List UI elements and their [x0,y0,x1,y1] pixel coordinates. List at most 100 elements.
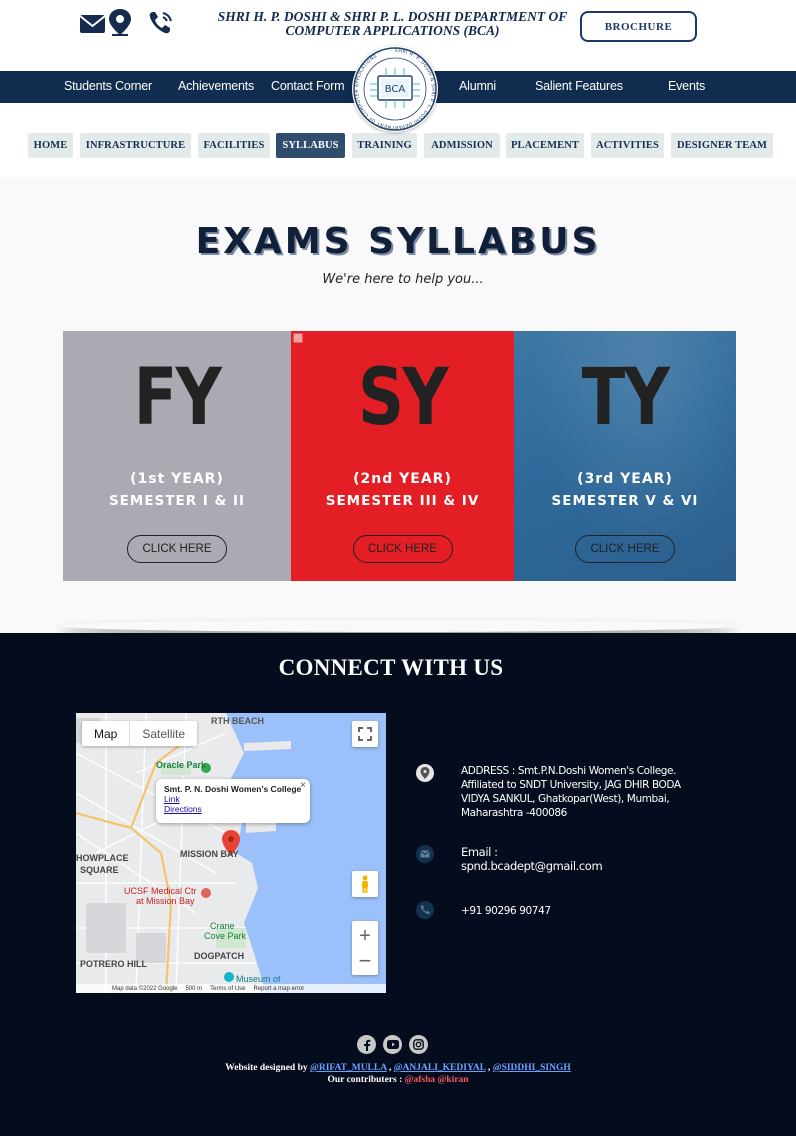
map-label-dogpatch: DOGPATCH [194,951,245,961]
card-sy-code: SY [357,353,449,443]
map-label-crane-2: Cove Park [204,931,247,941]
tab-syllabus[interactable]: SYLLABUS [276,133,345,158]
map-label-crane-1: Crane [210,921,235,931]
college-title: SHRI H. P. DOSHI & SHRI P. L. DOSHI DEPA… [200,10,585,38]
social-links [357,1035,435,1054]
map-label-showplace: HOWPLACE [76,853,129,863]
site-credits: Website designed by @RIFAT_MULLA , @ANJA… [0,1062,796,1086]
nav-achievements[interactable]: Achievements [178,79,254,93]
map-data-text: Map data ©2022 Google [112,985,178,992]
card-fy-year: (1st YEAR) [130,471,224,487]
broken-image-icon [293,333,303,343]
tab-placement[interactable]: PLACEMENT [506,133,584,158]
google-map[interactable]: RTH BEACH Oracle Park MISSION BAY HOWPLA… [76,713,386,993]
map-label-north-beach: RTH BEACH [211,716,264,726]
map-directions-link[interactable]: Directions [164,804,302,814]
email-address[interactable]: spnd.bcadept@gmail.com [461,859,701,873]
map-label-ucsf-2: at Mission Bay [136,896,195,906]
zoom-out-icon[interactable]: − [359,949,372,973]
contributor-link-kiran[interactable]: @kiran [437,1075,468,1085]
tab-training[interactable]: TRAINING [352,133,417,158]
tab-infrastructure[interactable]: INFRASTRUCTURE [80,133,191,158]
nav-events[interactable]: Events [668,79,705,93]
phone-row: +91 90296 90747 [416,901,551,919]
email-label: Email : [461,845,498,859]
zoom-controls: + − [352,921,378,975]
card-fy-click-here-button[interactable]: CLICK HERE [127,535,227,563]
map-link[interactable]: Link [164,794,302,804]
map-terms-link[interactable]: Terms of Use [210,986,245,992]
map-label-oracle-park: Oracle Park [156,760,207,770]
nav-contact-form[interactable]: Contact Form [271,79,345,93]
nav-alumni[interactable]: Alumni [459,79,496,93]
map-attribution: Map data ©2022 Google 500 m Terms of Use… [76,984,386,993]
map-report-link[interactable]: Report a map error [254,986,305,992]
designer-link-siddhi[interactable]: @SIDDHI_SINGH [493,1063,571,1073]
college-title-line1: SHRI H. P. DOSHI & SHRI P. L. DOSHI DEPA… [217,9,568,24]
department-logo[interactable]: SHRI H. P. DOSHI & SHRI P. L. DOSHI DEPA… [352,46,438,132]
page-subtitle: We're here to help you... [322,272,484,287]
designers-line: Website designed by @RIFAT_MULLA , @ANJA… [225,1063,571,1073]
card-fy-semester: SEMESTER I & II [108,493,246,509]
mail-location-icon[interactable] [79,8,133,43]
address-row: ADDRESS : Smt.P.N.Doshi Women's College.… [416,764,681,819]
contributor-link-afsha[interactable]: @afsha [405,1075,435,1085]
map-place-name: Smt. P. N. Doshi Women's College [164,784,302,794]
fullscreen-icon[interactable] [352,721,378,747]
youtube-icon[interactable] [383,1035,402,1054]
map-tab-satellite[interactable]: Satellite [129,721,197,746]
card-ty-click-here-button[interactable]: CLICK HERE [575,535,675,563]
syllabus-section: EXAMS SYLLABUS We're here to help you...… [0,177,796,633]
email-block: Email : spnd.bcadept@gmail.com [461,845,701,873]
college-title-line2: COMPUTER APPLICATIONS (BCA) [285,23,500,38]
card-ty-semester: SEMESTER V & VI [551,493,699,509]
card-sy-semester: SEMESTER III & IV [325,493,480,509]
card-fy: FY (1st YEAR) SEMESTER I & II CLICK HERE [63,331,291,581]
location-pin-icon [416,764,434,782]
logo-text: BCA [385,84,406,95]
designer-link-anjali[interactable]: @ANJALI_KEDIYAL [394,1063,486,1073]
tab-designer-team[interactable]: DESIGNER TEAM [671,133,773,158]
phone-number[interactable]: +91 90296 90747 [461,904,701,918]
designed-by-label: Website designed by [225,1063,308,1073]
card-sy-year: (2nd YEAR) [353,471,452,487]
zoom-in-icon[interactable]: + [359,923,371,949]
tab-admission[interactable]: ADMISSION [424,133,500,158]
instagram-icon[interactable] [409,1035,428,1054]
pegman-icon[interactable] [352,871,378,897]
nav-salient-features[interactable]: Salient Features [535,79,623,93]
header-icons [79,8,187,43]
map-label-mission-bay: MISSION BAY [180,849,239,859]
card-sy-click-here-button[interactable]: CLICK HERE [352,535,453,563]
phone-icon [416,901,434,919]
map-label-square: SQUARE [80,865,119,875]
card-sy: SY (2nd YEAR) SEMESTER III & IV CLICK HE… [291,331,514,581]
contributors-label: Our contributers : [327,1075,403,1085]
tab-home[interactable]: HOME [28,133,73,158]
nav-students-corner[interactable]: Students Corner [64,79,152,93]
facebook-icon[interactable] [357,1035,376,1054]
map-label-ucsf-1: UCSF Medical Ctr [124,886,197,896]
map-label-potrero: POTRERO HILL [80,959,147,969]
tab-activities[interactable]: ACTIVITIES [591,133,664,158]
map-label-museum: Museum of [236,974,281,984]
email-row: Email : spnd.bcadept@gmail.com [416,845,603,873]
map-scale-text: 500 m [185,985,203,992]
contributors-line: Our contributers : @afsha @kiran [0,1074,796,1086]
map-type-toggle: Map Satellite [82,721,198,746]
card-ty-code: TY [581,353,670,443]
section-divider [60,620,736,632]
brochure-button[interactable]: BROCHURE [580,11,697,42]
phone-icon[interactable] [147,10,175,41]
address-text: ADDRESS : Smt.P.N.Doshi Women's College.… [461,765,681,819]
tab-facilities[interactable]: FACILITIES [198,133,270,158]
map-info-window: × Smt. P. N. Doshi Women's College Link … [156,779,310,823]
close-icon[interactable]: × [300,780,306,791]
designer-link-rifat[interactable]: @RIFAT_MULLA [310,1063,387,1073]
card-ty: TY (3rd YEAR) SEMESTER V & VI CLICK HERE [514,331,736,581]
email-icon [416,845,434,863]
map-tab-map[interactable]: Map [82,721,129,746]
card-ty-year: (3rd YEAR) [577,471,673,487]
connect-title: CONNECT WITH US [278,655,504,680]
footer: CONNECT WITH US RTH BEACH Oracle Park MI… [0,633,796,1136]
